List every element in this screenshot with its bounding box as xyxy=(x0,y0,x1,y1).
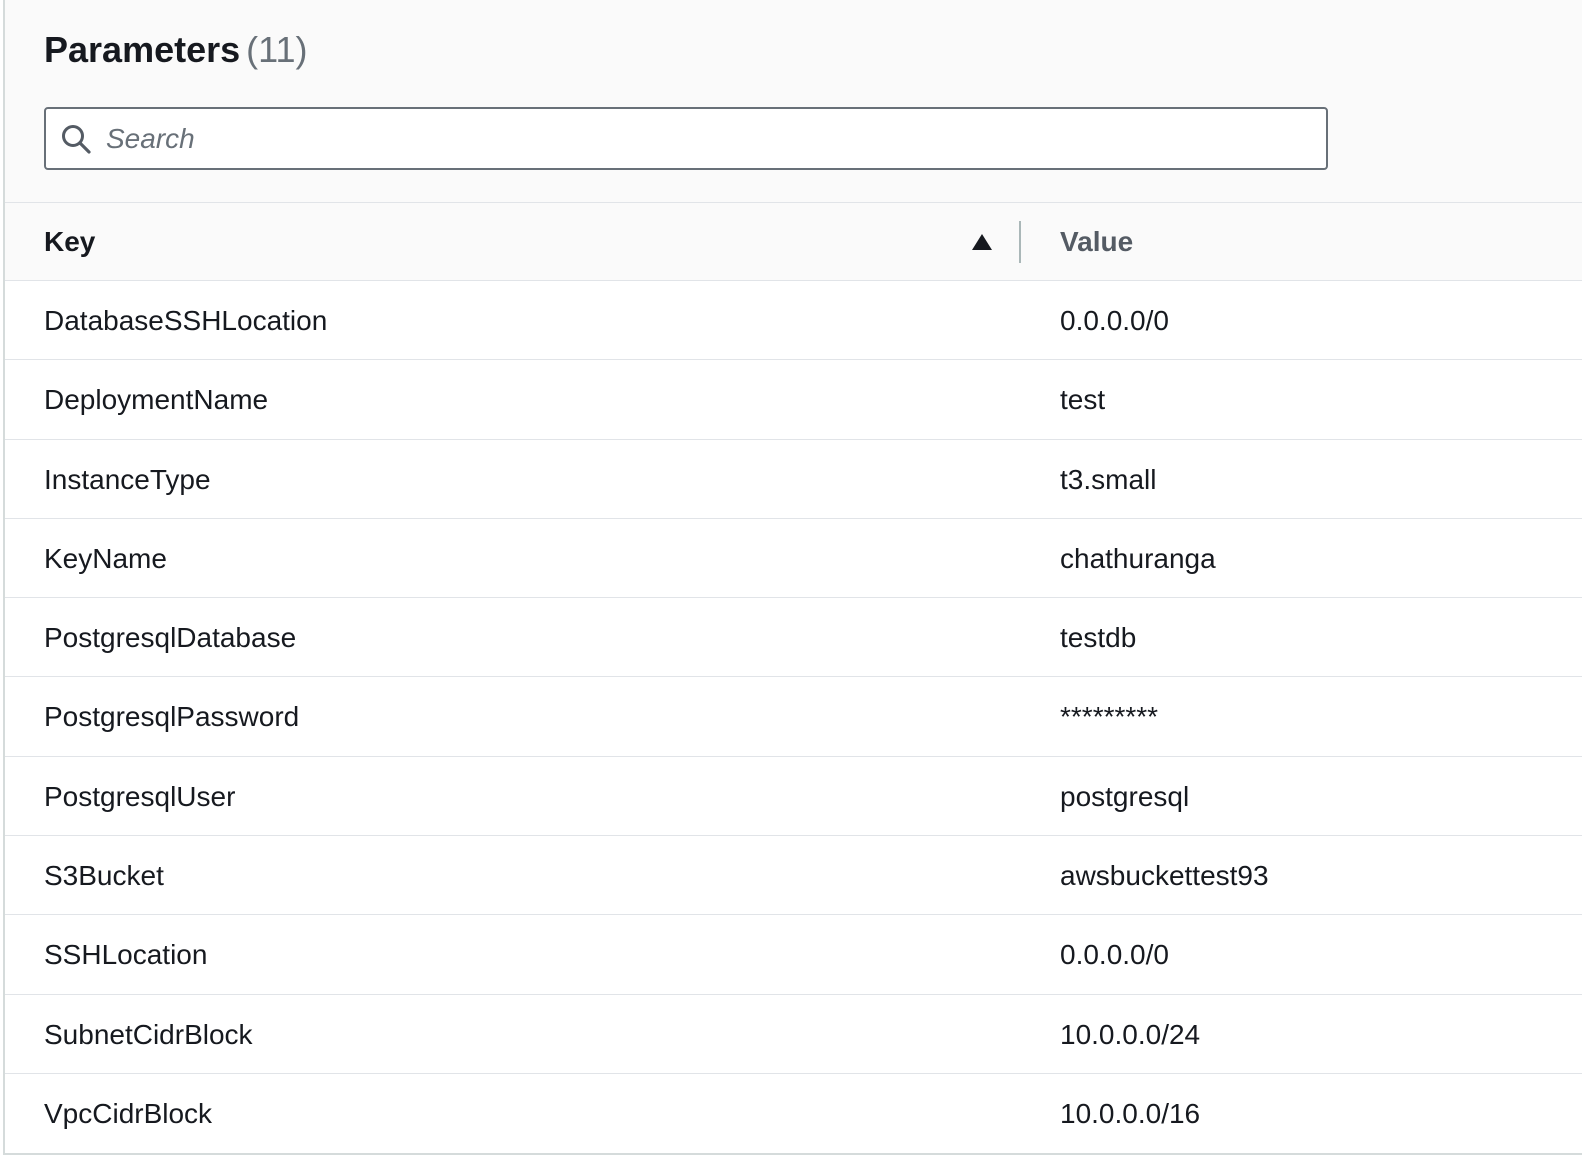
table-row: DatabaseSSHLocation 0.0.0.0/0 xyxy=(5,281,1582,361)
column-header-value[interactable]: Value xyxy=(1060,203,1133,281)
cell-value: testdb xyxy=(1060,622,1137,654)
table-row: PostgresqlUser postgresql xyxy=(5,757,1582,837)
cell-value: test xyxy=(1060,384,1106,416)
cell-value: ********* xyxy=(1060,701,1159,733)
cell-value: chathuranga xyxy=(1060,542,1216,574)
cell-key: S3Bucket xyxy=(44,860,164,892)
cell-key: DeploymentName xyxy=(44,384,269,416)
cell-key: PostgresqlPassword xyxy=(44,701,300,733)
column-resize-handle[interactable] xyxy=(1019,221,1021,263)
table-row: DeploymentName test xyxy=(5,360,1582,440)
cell-value: 0.0.0.0/0 xyxy=(1060,305,1169,336)
cell-key: VpcCidrBlock xyxy=(44,1097,213,1129)
cell-key: KeyName xyxy=(44,542,167,574)
panel-header: Parameters (11) xyxy=(5,0,1582,203)
parameters-table: Key Value DatabaseSSHLocation 0.0.0.0/0 De… xyxy=(5,203,1582,1153)
cell-key: InstanceType xyxy=(44,463,211,495)
search-icon xyxy=(62,125,91,154)
table-row: SSHLocation 0.0.0.0/0 xyxy=(5,915,1582,995)
table-row: SubnetCidrBlock 10.0.0.0/24 xyxy=(5,995,1582,1074)
cell-value: t3.small xyxy=(1060,463,1157,495)
cell-key: SSHLocation xyxy=(44,939,208,971)
column-header-key[interactable]: Key xyxy=(44,203,95,281)
search-input[interactable] xyxy=(106,117,1306,161)
cell-key: DatabaseSSHLocation xyxy=(44,305,328,336)
table-body: DatabaseSSHLocation 0.0.0.0/0 DeploymentNa… xyxy=(5,281,1582,1153)
title-text: Parameters xyxy=(44,29,241,70)
table-header: Key Value xyxy=(5,203,1582,281)
table-row: PostgresqlPassword ********* xyxy=(5,677,1582,757)
cell-value: postgresql xyxy=(1060,780,1190,812)
search-box[interactable] xyxy=(44,107,1328,170)
table-row: VpcCidrBlock 10.0.0.0/16 xyxy=(5,1074,1582,1153)
cell-value: 10.0.0.0/24 xyxy=(1060,1018,1201,1050)
caret-up-icon[interactable] xyxy=(971,233,993,251)
cell-key: PostgresqlUser xyxy=(44,780,236,812)
cell-value: 10.0.0.0/16 xyxy=(1060,1097,1201,1129)
cell-value: 0.0.0.0/0 xyxy=(1060,939,1169,971)
table-row: S3Bucket awsbuckettest93 xyxy=(5,836,1582,916)
page-title: Parameters (11) xyxy=(44,28,308,72)
table-row: PostgresqlDatabase testdb xyxy=(5,598,1582,678)
cell-value: awsbuckettest93 xyxy=(1060,860,1269,892)
parameter-count: (11) xyxy=(246,29,308,70)
parameters-panel: Parameters(11) Key Value DatabaseSSHLoca… xyxy=(3,0,1582,1155)
cell-key: SubnetCidrBlock xyxy=(44,1018,253,1050)
table-row: KeyName chathuranga xyxy=(5,519,1582,599)
table-row: InstanceType t3.small xyxy=(5,440,1582,519)
cell-key: PostgresqlDatabase xyxy=(44,622,297,654)
